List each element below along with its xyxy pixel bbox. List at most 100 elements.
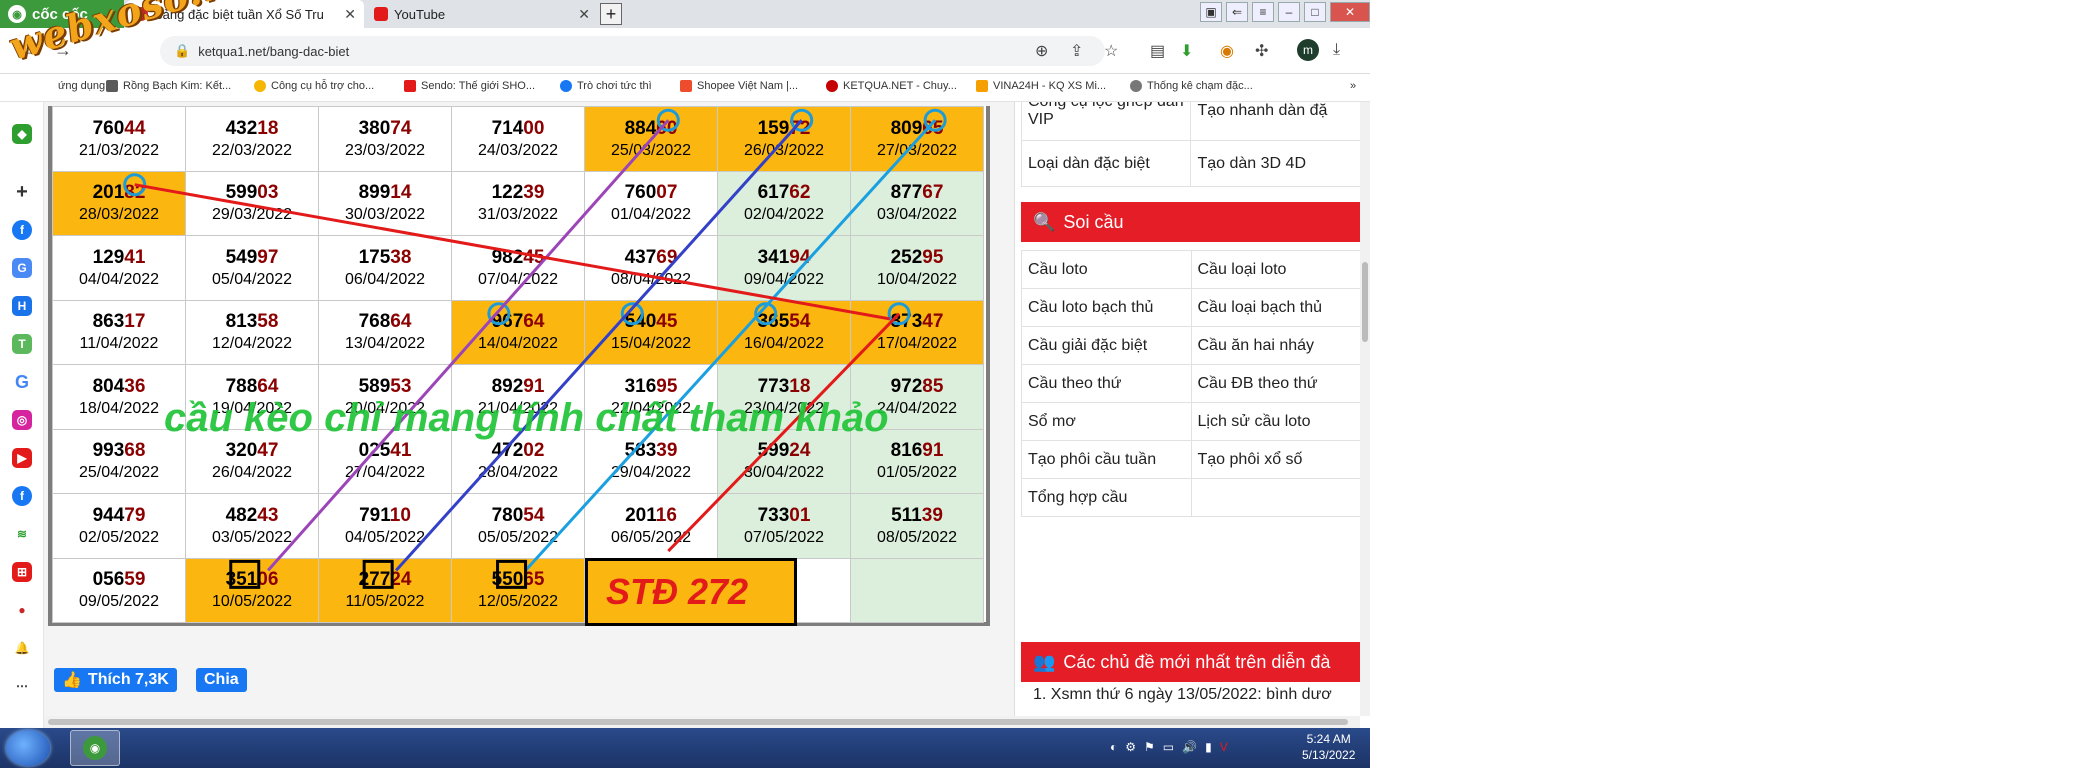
prize-date: 25/04/2022	[78, 464, 160, 482]
bookmark-vina24h[interactable]: VINA24H - KQ XS Mi...	[976, 80, 1106, 92]
bell-icon[interactable]: 🔔	[12, 638, 32, 658]
prize-date: 08/05/2022	[876, 528, 958, 546]
prize-number: 76044	[53, 117, 185, 141]
soi-cau-link[interactable]: Sổ mơ	[1021, 402, 1192, 441]
bookmark-shopee[interactable]: Shopee Việt Nam |...	[680, 80, 798, 92]
more-bookmarks-icon[interactable]: »	[1350, 80, 1356, 92]
bookmark-apps[interactable]: ứng dụng	[58, 80, 105, 92]
clock[interactable]: 5:24 AM 5/13/2022	[1302, 731, 1355, 763]
bookmark-star-icon[interactable]: ☆	[1104, 41, 1118, 61]
facebook-share-button[interactable]: Chia	[196, 668, 247, 692]
prize-date: 12/04/2022	[211, 335, 293, 353]
tab-youtube[interactable]: YouTube ✕	[366, 0, 598, 28]
location-icon[interactable]: ●	[12, 600, 32, 620]
back-window-icon[interactable]: ⇐	[1226, 2, 1248, 22]
share-icon[interactable]: ⇪	[1070, 41, 1083, 61]
tool-link[interactable]: Tạo dàn 3D 4D	[1190, 140, 1360, 187]
tool-link[interactable]: Tạo nhanh dàn đặ	[1190, 102, 1360, 141]
add-panel-icon[interactable]: +	[12, 181, 32, 203]
tool-link[interactable]: Loại dàn đặc biệt	[1020, 140, 1192, 187]
soi-cau-link[interactable]: Cầu ăn hai nháy	[1190, 326, 1360, 365]
soi-cau-link[interactable]: Cầu theo thứ	[1021, 364, 1192, 403]
prize-head: 511	[891, 504, 922, 526]
t-app-icon[interactable]: T	[12, 334, 32, 354]
soi-cau-link[interactable]: Tạo phôi cầu tuần	[1021, 440, 1192, 479]
google-icon[interactable]: G	[12, 372, 32, 392]
bookmark-tro-choi[interactable]: Trò chơi tức thì	[560, 80, 652, 92]
youtube-icon[interactable]: ▶	[12, 448, 32, 468]
zoom-icon[interactable]: ⊕	[1035, 41, 1048, 61]
screenshot-icon[interactable]: ▣	[1200, 2, 1222, 22]
download-green-icon[interactable]: ⬇	[1180, 41, 1193, 61]
settings-icon[interactable]: ⚙	[1125, 740, 1136, 754]
wifi-icon[interactable]: ≋	[12, 524, 32, 544]
profile-avatar[interactable]: m	[1297, 39, 1319, 61]
bookmark-sendo[interactable]: Sendo: Thế giới SHO...	[404, 80, 535, 92]
antivirus-icon[interactable]: V	[1220, 740, 1228, 754]
app-365-icon[interactable]: ⊞	[12, 562, 32, 582]
prize-tail: 53	[390, 375, 412, 397]
horizontal-scrollbar[interactable]	[44, 716, 1360, 728]
coccoc-ext-icon[interactable]: ◉	[1220, 41, 1234, 61]
close-window-icon[interactable]: ✕	[1330, 2, 1370, 22]
tool-link[interactable]: Công cụ lọc ghép dàn VIP	[1020, 102, 1192, 141]
bookmark-thong-ke[interactable]: Thống kê chạm đặc...	[1130, 80, 1253, 92]
soi-cau-link[interactable]: Cầu loto bạch thủ	[1021, 288, 1192, 327]
bookmark-rong-bach-kim[interactable]: Rồng Bạch Kim: Kết...	[106, 80, 231, 92]
prize-number: 54045	[585, 310, 717, 334]
omnibox[interactable]: 🔒 ketqua1.net/bang-dac-biet	[160, 36, 1105, 66]
prize-head: 437	[624, 246, 657, 268]
coccoc-taskbar-app[interactable]: ◉	[70, 730, 120, 766]
soi-cau-link[interactable]: Cầu giải đặc biệt	[1021, 326, 1192, 365]
prize-tail: 14	[390, 182, 412, 204]
new-tab-button[interactable]: +	[600, 3, 622, 25]
minimize-icon[interactable]: –	[1278, 2, 1300, 22]
messenger-icon[interactable]: f	[12, 486, 32, 506]
soi-cau-link[interactable]: Cầu loto	[1021, 250, 1192, 289]
start-button[interactable]	[6, 730, 50, 766]
prize-head: 252	[890, 246, 923, 268]
prize-tail: 72	[789, 117, 811, 139]
close-tab-icon[interactable]: ✕	[344, 6, 356, 23]
more-icon[interactable]: ⋯	[12, 676, 32, 696]
network-icon[interactable]: ◐	[1110, 740, 1117, 754]
prize-date: 31/03/2022	[477, 206, 559, 224]
volume-icon[interactable]: 🔊	[1182, 740, 1197, 754]
h-app-icon[interactable]: H	[12, 296, 32, 316]
maximize-icon[interactable]: □	[1304, 2, 1326, 22]
vertical-scrollbar[interactable]	[1360, 102, 1370, 716]
menu-icon[interactable]: ≡	[1252, 2, 1274, 22]
prize-head: 982	[491, 246, 524, 268]
scroll-thumb[interactable]	[1362, 262, 1368, 342]
soi-cau-link[interactable]: Cầu loại bạch thủ	[1190, 288, 1360, 327]
battery-icon[interactable]: ▮	[1205, 740, 1212, 754]
bookmark-ketqua[interactable]: KETQUA.NET - Chuy...	[826, 80, 957, 92]
translate-icon[interactable]: G	[12, 258, 32, 278]
downloads-icon[interactable]: ⤓	[1333, 41, 1340, 59]
instagram-icon[interactable]: ◎	[12, 410, 32, 430]
soi-cau-link[interactable]	[1190, 478, 1360, 517]
soi-cau-link[interactable]: Tổng hợp cầu	[1021, 478, 1192, 517]
monitor-icon[interactable]: ▭	[1163, 740, 1174, 754]
facebook-icon[interactable]: f	[12, 220, 32, 240]
prize-date: 28/04/2022	[477, 464, 559, 482]
close-tab-icon[interactable]: ✕	[578, 6, 590, 23]
url-text[interactable]: ketqua1.net/bang-dac-biet	[198, 44, 349, 59]
soi-cau-link[interactable]: Tạo phôi xổ số	[1190, 440, 1360, 479]
prize-head: 768	[358, 311, 391, 333]
soi-cau-link[interactable]: Lịch sử cầu loto	[1190, 402, 1360, 441]
forum-item[interactable]: 1. Xsmn thứ 6 ngày 13/05/2022: bình dươ	[1033, 686, 1332, 704]
flag-icon[interactable]: ⚑	[1144, 740, 1155, 754]
prize-date: 06/05/2022	[610, 528, 692, 546]
soi-cau-link[interactable]: Cầu ĐB theo thứ	[1190, 364, 1360, 403]
prize-head: 813	[225, 311, 258, 333]
grid-cell: 61762 02/04/2022	[717, 170, 851, 236]
soi-cau-link[interactable]: Cầu loại loto	[1190, 250, 1360, 289]
facebook-like-button[interactable]: 👍 Thích 7,3K	[54, 668, 177, 692]
puzzle-extensions-icon[interactable]: ✣	[1255, 41, 1268, 61]
bookmark-cong-cu[interactable]: Công cụ hỗ trợ cho...	[254, 80, 374, 92]
prize-date: 04/04/2022	[78, 270, 160, 288]
extension-badge-icon[interactable]: ▤	[1150, 41, 1165, 61]
scroll-thumb[interactable]	[48, 719, 1348, 725]
game-icon[interactable]: ◆	[12, 124, 32, 144]
